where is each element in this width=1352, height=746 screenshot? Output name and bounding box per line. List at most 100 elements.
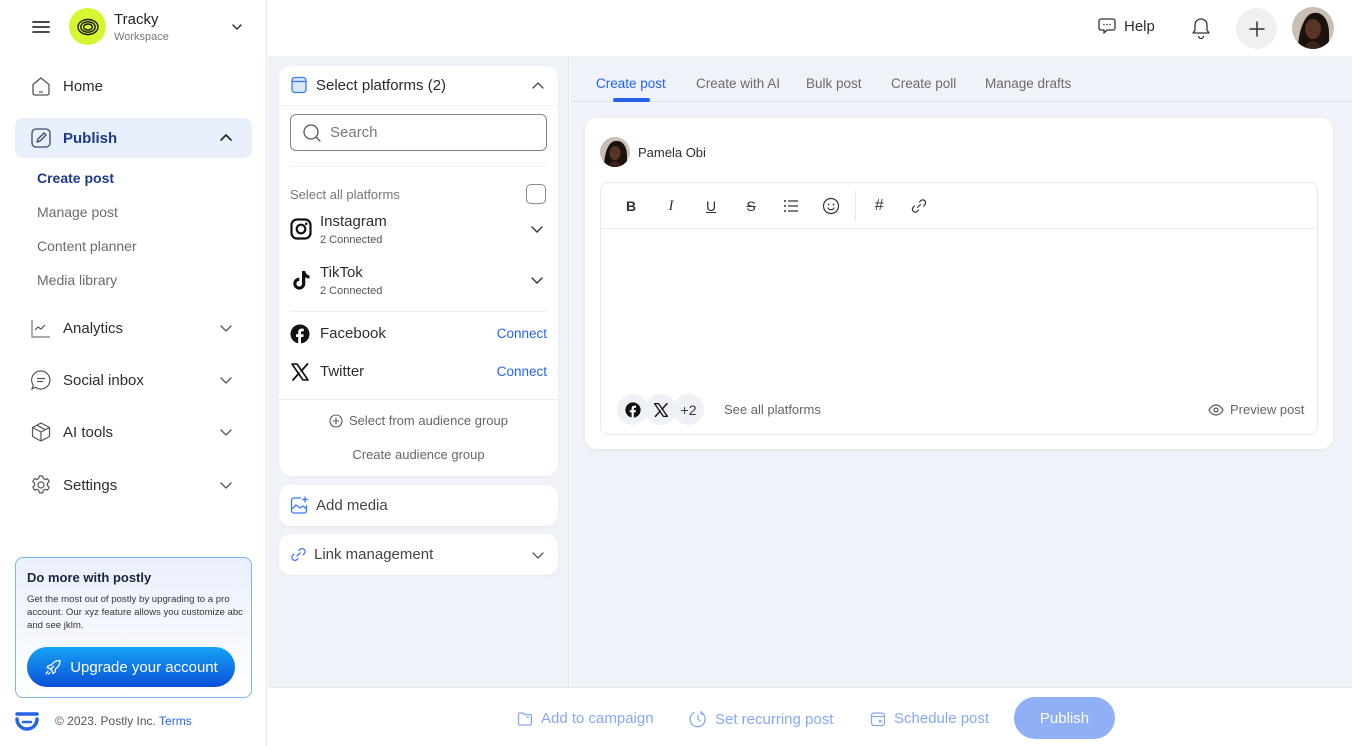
sidebar-item-settings[interactable]: Settings bbox=[15, 465, 252, 505]
instagram-icon bbox=[290, 218, 312, 240]
tiktok-icon bbox=[290, 269, 312, 291]
sidebar-item-analytics[interactable]: Analytics bbox=[15, 308, 252, 348]
sidebar-item-label: Analytics bbox=[63, 319, 124, 337]
user-avatar[interactable] bbox=[1292, 7, 1334, 49]
promo-title: Do more with postly bbox=[27, 570, 152, 585]
add-to-campaign-label: Add to campaign bbox=[541, 710, 654, 727]
set-recurring-post-button[interactable]: Set recurring post bbox=[689, 710, 833, 728]
platforms-window-icon bbox=[290, 76, 308, 94]
help-button[interactable]: Help bbox=[1098, 17, 1155, 35]
add-media-card[interactable]: Add media bbox=[279, 485, 558, 526]
chevron-down-icon[interactable] bbox=[230, 20, 244, 34]
platform-search[interactable] bbox=[290, 114, 547, 151]
sidebar-item-publish[interactable]: Publish bbox=[15, 118, 252, 158]
chart-icon bbox=[30, 317, 52, 339]
more-platforms-chip[interactable]: +2 bbox=[673, 394, 704, 425]
sidebar-subitem-create-post[interactable]: Create post bbox=[37, 170, 114, 186]
calendar-icon bbox=[870, 711, 886, 727]
x-twitter-chip[interactable] bbox=[645, 394, 676, 425]
preview-post-button[interactable]: Preview post bbox=[1208, 402, 1304, 417]
copyright-text: © 2023. Postly Inc. bbox=[55, 714, 156, 728]
platform-status: 2 Connected bbox=[320, 285, 383, 297]
post-composer-area: Create post Create with AI Bulk post Cre… bbox=[570, 57, 1352, 687]
see-all-platforms-link[interactable]: See all platforms bbox=[724, 402, 821, 417]
help-label: Help bbox=[1124, 17, 1155, 35]
platform-name: Instagram bbox=[320, 213, 387, 230]
workspace-name: Tracky bbox=[114, 11, 159, 28]
facebook-chip[interactable] bbox=[617, 394, 648, 425]
sidebar-subitem-content-planner[interactable]: Content planner bbox=[37, 238, 137, 254]
platform-row-instagram[interactable]: Instagram 2 Connected bbox=[290, 213, 547, 253]
link-management-card[interactable]: Link management bbox=[279, 534, 558, 575]
tab-manage-drafts[interactable]: Manage drafts bbox=[985, 76, 1071, 91]
select-all-checkbox[interactable] bbox=[526, 184, 546, 204]
tab-create-with-ai[interactable]: Create with AI bbox=[696, 76, 780, 91]
sidebar: Tracky Workspace Home Publish Create pos… bbox=[0, 0, 267, 746]
chevron-down-icon bbox=[531, 548, 545, 562]
emoji-icon[interactable] bbox=[821, 196, 841, 216]
select-audience-group-button[interactable]: Select from audience group bbox=[279, 413, 558, 428]
bottom-action-bar: Add to campaign Set recurring post Sched… bbox=[268, 687, 1352, 746]
schedule-post-button[interactable]: Schedule post bbox=[870, 710, 989, 727]
plus-icon bbox=[1248, 20, 1266, 38]
strikethrough-icon[interactable]: S bbox=[741, 196, 761, 216]
top-bar: Help bbox=[268, 0, 1352, 57]
menu-icon[interactable] bbox=[31, 19, 51, 35]
bold-icon[interactable]: B bbox=[621, 196, 641, 216]
connect-facebook-link[interactable]: Connect bbox=[497, 326, 547, 341]
italic-icon[interactable]: I bbox=[661, 196, 681, 216]
tab-create-post[interactable]: Create post bbox=[596, 76, 666, 91]
publish-tabs: Create post Create with AI Bulk post Cre… bbox=[570, 57, 1352, 102]
platform-status: 2 Connected bbox=[320, 234, 383, 246]
x-twitter-icon bbox=[653, 402, 668, 417]
add-to-campaign-button[interactable]: Add to campaign bbox=[517, 710, 654, 727]
schedule-post-label: Schedule post bbox=[894, 710, 990, 727]
platform-name: Twitter bbox=[320, 363, 365, 380]
chevron-down-icon bbox=[219, 373, 233, 387]
sidebar-item-label: AI tools bbox=[63, 423, 114, 441]
terms-link[interactable]: Terms bbox=[159, 714, 192, 728]
publish-button[interactable]: Publish bbox=[1014, 697, 1115, 739]
sidebar-subitem-manage-post[interactable]: Manage post bbox=[37, 204, 118, 220]
home-icon bbox=[30, 75, 52, 97]
connect-twitter-link[interactable]: Connect bbox=[497, 364, 547, 379]
formatting-toolbar: B I U S # bbox=[601, 183, 1317, 229]
create-audience-group-button[interactable]: Create audience group bbox=[279, 447, 558, 462]
link-icon[interactable] bbox=[909, 196, 929, 216]
select-audience-group-label: Select from audience group bbox=[349, 413, 508, 428]
post-text-area[interactable] bbox=[601, 230, 1317, 370]
notification-bell-icon[interactable] bbox=[1190, 16, 1212, 40]
chevron-down-icon bbox=[530, 273, 544, 287]
tab-bulk-post[interactable]: Bulk post bbox=[806, 76, 862, 91]
chevron-down-icon bbox=[530, 222, 544, 236]
workspace-switcher: Tracky Workspace bbox=[0, 0, 267, 56]
select-platforms-header[interactable]: Select platforms (2) bbox=[279, 66, 558, 106]
sidebar-item-social-inbox[interactable]: Social inbox bbox=[15, 360, 252, 400]
platform-row-twitter: Twitter Connect bbox=[290, 362, 547, 386]
chevron-up-icon bbox=[219, 131, 233, 145]
sidebar-item-ai-tools[interactable]: AI tools bbox=[15, 412, 252, 452]
sidebar-subitem-media-library[interactable]: Media library bbox=[37, 272, 117, 288]
create-new-button[interactable] bbox=[1236, 8, 1277, 49]
chevron-up-icon bbox=[531, 79, 545, 93]
platform-name: TikTok bbox=[320, 264, 363, 281]
sidebar-item-label: Publish bbox=[63, 129, 118, 147]
select-platforms-label: Select platforms (2) bbox=[316, 77, 447, 94]
platform-row-facebook: Facebook Connect bbox=[290, 324, 547, 348]
divider bbox=[290, 166, 547, 167]
chat-icon bbox=[30, 369, 52, 391]
underline-icon[interactable]: U bbox=[701, 196, 721, 216]
post-editor: B I U S # +2 See all platforms Preview p… bbox=[600, 182, 1318, 435]
hashtag-icon[interactable]: # bbox=[869, 196, 889, 216]
platform-row-tiktok[interactable]: TikTok 2 Connected bbox=[290, 264, 547, 304]
search-input[interactable] bbox=[330, 124, 530, 141]
sidebar-item-home[interactable]: Home bbox=[15, 66, 252, 106]
bullet-list-icon[interactable] bbox=[781, 196, 801, 216]
add-media-label: Add media bbox=[316, 497, 388, 514]
facebook-icon bbox=[624, 401, 641, 418]
divider bbox=[279, 399, 558, 400]
workspace-logo[interactable] bbox=[69, 8, 106, 45]
chevron-down-icon bbox=[219, 478, 233, 492]
upgrade-account-button[interactable]: Upgrade your account bbox=[27, 647, 235, 687]
tab-create-poll[interactable]: Create poll bbox=[891, 76, 956, 91]
